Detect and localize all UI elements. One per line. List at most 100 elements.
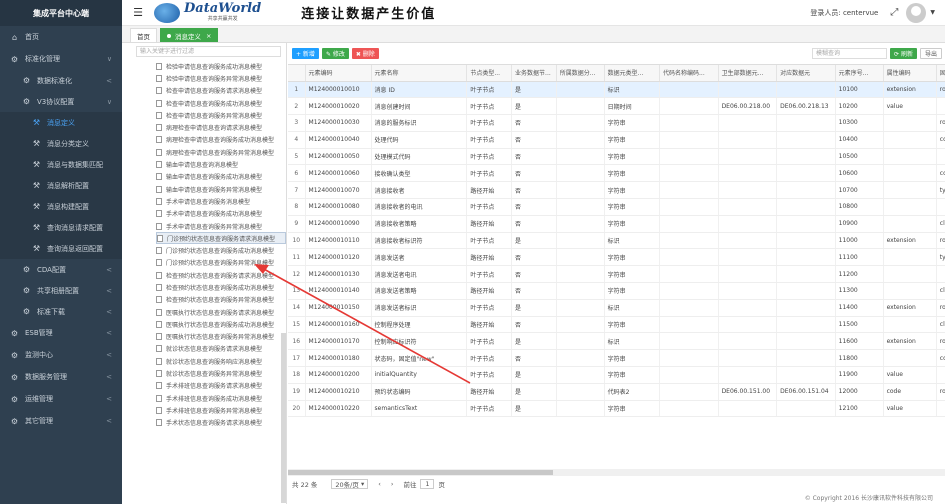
- sidebar-item[interactable]: ⚒ 查询消息返回配置: [0, 238, 122, 259]
- table-row[interactable]: 9M124000010090消息接收者策略路径开始否 字符串 10900 classC…: [288, 215, 945, 233]
- tree-item[interactable]: 输血申请信息查询服务异常消息模型: [156, 183, 286, 195]
- column-header[interactable]: 对应数据元: [776, 65, 836, 82]
- column-header[interactable]: 元素编码: [305, 65, 372, 82]
- column-header[interactable]: [288, 65, 306, 82]
- sidebar-item[interactable]: ⚒ 消息与数据集匹配: [0, 154, 122, 175]
- tree-item[interactable]: 检查申请信息查询服务成功消息模型: [156, 97, 286, 109]
- tree-item[interactable]: 检验申请信息查询服务成功消息模型: [156, 60, 286, 72]
- chevron-down-icon[interactable]: ▼: [930, 9, 935, 16]
- table-row[interactable]: 18 M124000010200 initialQuantity 叶子节点是 字符串 11…: [288, 366, 945, 384]
- export-button[interactable]: 导出: [919, 47, 942, 59]
- sidebar-item[interactable]: ⚙ V3协议配置 ∨: [0, 91, 122, 112]
- table-row[interactable]: 12 M124000010130 消息发送者电讯 叶子节点否 字符串 11200: [288, 265, 945, 284]
- table-row[interactable]: 1 M124000010010 消息 ID 叶子节点是 标识 10100 extension…: [288, 81, 945, 99]
- tree-item[interactable]: 检查申请信息查询服务异常消息模型: [156, 109, 286, 121]
- tree-item[interactable]: 就诊状态信息查询服务请求消息模型: [156, 343, 286, 355]
- sidebar-item[interactable]: ⚒ 消息解析配置: [0, 175, 122, 196]
- column-header[interactable]: 所属数据分...: [556, 65, 605, 82]
- avatar[interactable]: [906, 2, 927, 23]
- table-row[interactable]: 8 M124000010080 消息接收者的电讯 叶子节点否 字符串 10800: [288, 198, 945, 216]
- sidebar-item[interactable]: ⚙ 标准下载 <: [0, 301, 122, 322]
- tree-item[interactable]: 检查申请信息查询服务请求消息模型: [156, 85, 286, 97]
- sidebar-item[interactable]: ⚙ 数据标准化 <: [0, 70, 122, 91]
- table-row[interactable]: 3M124000010030消息的服务标识叶子节点否 字符串 10300 root="…: [288, 114, 945, 132]
- sidebar-item[interactable]: ⌂ 首页: [0, 26, 122, 48]
- tree-item[interactable]: 医嘱执行状态信息查询服务异常消息模型: [156, 331, 286, 343]
- tree-item[interactable]: 手术排班信息查询服务异常消息模型: [156, 404, 286, 416]
- column-header[interactable]: 代码名称编码...: [659, 65, 719, 82]
- menu-toggle-icon[interactable]: ☰: [128, 6, 148, 19]
- sidebar-item[interactable]: ⚒ 消息定义: [0, 112, 122, 133]
- table-row[interactable]: 11M124000010120消息发送者路径开始否 字符串 11100 typeCod…: [288, 248, 945, 267]
- tree-item[interactable]: 检查预约状态信息查询服务请求消息模型: [156, 269, 286, 281]
- tree-item[interactable]: 检查预约状态信息查询服务成功消息模型: [156, 281, 286, 293]
- table-row[interactable]: 14 M124000010150 消息发送者标识 叶子节点是 标识 11400 extens…: [288, 299, 945, 317]
- horizontal-scrollbar[interactable]: [288, 469, 945, 476]
- tree-scrollbar[interactable]: [281, 333, 286, 503]
- column-header[interactable]: 属性编码: [883, 65, 937, 82]
- tree-item[interactable]: 病理检查申请信息查询服务异常消息模型: [156, 146, 286, 158]
- sidebar-item[interactable]: ⚒ 消息构建配置: [0, 196, 122, 217]
- tree-item[interactable]: 输血申请信息查询服务成功消息模型: [156, 171, 286, 183]
- sidebar-item[interactable]: ⚙ 标准化管理 ∨: [0, 48, 122, 70]
- sidebar-item[interactable]: ⚙ 其它管理 <: [0, 410, 122, 432]
- column-header[interactable]: 固定属性...: [936, 65, 945, 82]
- tree-item[interactable]: 手术排班信息查询服务请求消息模型: [156, 380, 286, 392]
- sidebar-item[interactable]: ⚙ 运维管理 <: [0, 388, 122, 410]
- tree-item[interactable]: 检验申请信息查询服务异常消息模型: [156, 72, 286, 84]
- tree-item[interactable]: 医嘱执行状态信息查询服务请求消息模型: [156, 306, 286, 318]
- table-row[interactable]: 16 M124000010170 控制响应标识符 叶子节点是 标识 11600 extens…: [288, 332, 945, 351]
- tab-message-definition[interactable]: 消息定义 ×: [160, 28, 219, 42]
- column-header[interactable]: 数据元类型...: [604, 65, 661, 82]
- column-header[interactable]: 元素名称: [371, 65, 468, 82]
- tree-filter-input[interactable]: 输入关键字进行过滤: [136, 46, 281, 57]
- sidebar-item[interactable]: ⚒ 消息分类定义: [0, 133, 122, 154]
- tab-home[interactable]: 首页: [130, 28, 157, 42]
- table-row[interactable]: 5 M124000010050 处理模式代码 叶子节点否 字符串 10500: [288, 148, 945, 166]
- tree-item[interactable]: 手术排班信息查询服务成功消息模型: [156, 392, 286, 404]
- table-row[interactable]: 15M124000010160控制程序处理路径开始否 字符串 11500 classC…: [288, 316, 945, 334]
- table-row[interactable]: 17 M124000010180 状态码，固定值"new" 叶子节点否 字符串 11800…: [288, 349, 945, 368]
- page-size-select[interactable]: 20条/页 ▾: [331, 479, 369, 489]
- tree-item[interactable]: 检查预约状态信息查询服务异常消息模型: [156, 294, 286, 306]
- tree-item[interactable]: 门诊预约状态信息查询服务成功消息模型: [156, 244, 286, 256]
- tree-item[interactable]: 手术申请信息查询服务消息模型: [156, 195, 286, 207]
- sidebar-item[interactable]: ⚙ 共享相册配置 <: [0, 280, 122, 301]
- tree-item[interactable]: 门诊预约状态信息查询服务异常消息模型: [156, 257, 286, 269]
- add-button[interactable]: + 新增: [292, 47, 319, 59]
- table-row[interactable]: 6M124000010060接收确认类型叶子节点否 字符串 10600 code="A…: [288, 164, 945, 183]
- table-row[interactable]: 4M124000010040处理代码叶子节点否 字符串 10400 code="P: [288, 131, 945, 149]
- sidebar-item[interactable]: ⚙ 监测中心 <: [0, 344, 122, 366]
- tree-item[interactable]: 就诊状态信息查询服务异常消息模型: [156, 367, 286, 379]
- table-row[interactable]: 2 M124000010020 消息创建时间 叶子节点是 日期时间 DE06.00.218…: [288, 97, 945, 116]
- refresh-button[interactable]: ⟳ 刷新: [890, 47, 917, 59]
- tree-item[interactable]: 病理检查申请信息查询服务成功消息模型: [156, 134, 286, 146]
- table-row[interactable]: 10 M124000010110 消息接收者标识符 叶子节点是 标识 11000 exten…: [288, 232, 945, 250]
- tree-item[interactable]: 输血申请信息查询消息模型: [156, 158, 286, 170]
- column-header[interactable]: 业务数据节...: [511, 65, 557, 82]
- delete-button[interactable]: ✖ 删除: [351, 47, 379, 59]
- sidebar-item[interactable]: ⚙ ESB管理 <: [0, 322, 122, 344]
- sidebar-item[interactable]: ⚒ 查询消息请求配置: [0, 217, 122, 238]
- sidebar-item[interactable]: ⚙ CDA配置 <: [0, 259, 122, 280]
- table-row[interactable]: 19 M124000010210 预约状态编码 路径开始是 代码表2 DE06.00.15…: [288, 383, 945, 401]
- column-header[interactable]: 节点类型...: [466, 65, 513, 82]
- search-input[interactable]: 模糊查询: [812, 47, 888, 59]
- next-page-icon[interactable]: ›: [391, 480, 394, 488]
- tree-item[interactable]: 门诊预约状态信息查询服务请求消息模型: [156, 232, 286, 245]
- fullscreen-icon[interactable]: ⤢: [890, 7, 898, 18]
- edit-button[interactable]: ✎ 修改: [321, 47, 349, 59]
- tree-item[interactable]: 手术状态信息查询服务请求消息模型: [156, 417, 286, 429]
- column-header[interactable]: 元素序号...: [835, 65, 884, 82]
- scrollbar-thumb[interactable]: [288, 470, 553, 475]
- tree-item[interactable]: 病理检查申请信息查询请求消息模型: [156, 121, 286, 133]
- column-header[interactable]: 卫生部数据元...: [718, 65, 778, 82]
- page-input[interactable]: 1: [420, 479, 435, 489]
- close-icon[interactable]: ×: [206, 32, 211, 40]
- tree-item[interactable]: 手术申请信息查询服务成功消息模型: [156, 208, 286, 220]
- sidebar-item[interactable]: ⚙ 数据服务管理 <: [0, 366, 122, 388]
- table-row[interactable]: 7M124000010070消息接收者路径开始否 字符串 10700 typeCode: [288, 181, 945, 200]
- tree-item[interactable]: 医嘱执行状态信息查询服务成功消息模型: [156, 318, 286, 330]
- prev-page-icon[interactable]: ‹: [378, 480, 381, 488]
- table-row[interactable]: 13M124000010140消息发送者策略路径开始否 字符串 11300 class…: [288, 282, 945, 300]
